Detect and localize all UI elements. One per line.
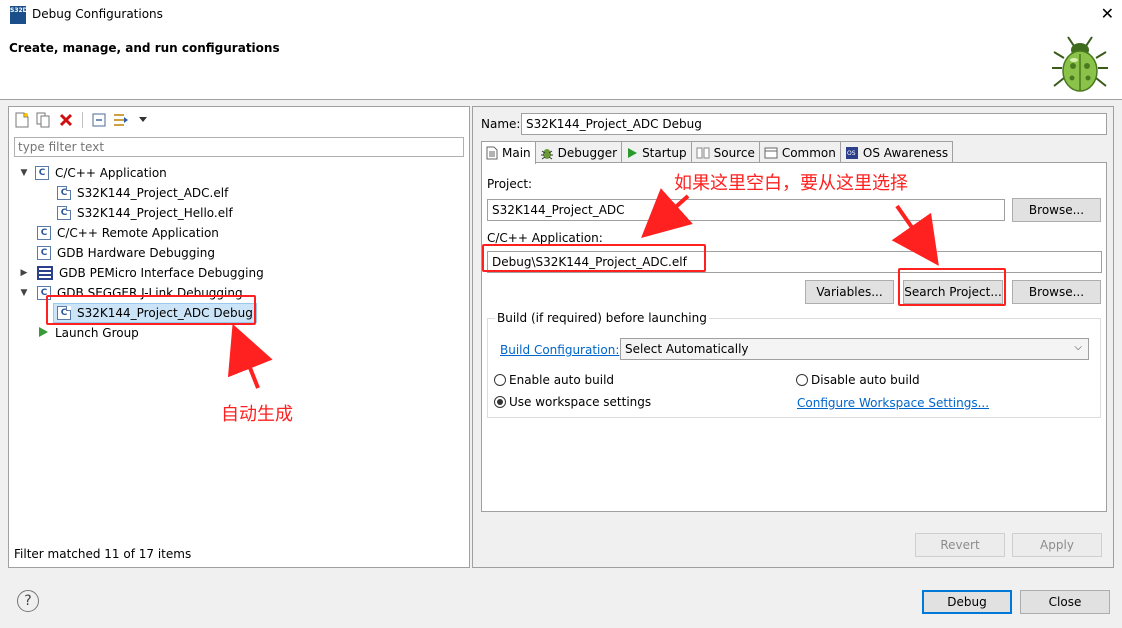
chevron-down-icon[interactable]: ▼ (19, 288, 29, 298)
close-window-icon[interactable]: ✕ (1101, 4, 1114, 23)
close-button[interactable]: Close (1020, 590, 1110, 614)
radio-unchecked-icon (796, 374, 808, 386)
tab-common[interactable]: Common (758, 141, 841, 163)
application-browse-button[interactable]: Browse... (1012, 280, 1101, 304)
delete-config-icon[interactable] (57, 111, 75, 129)
main-tab-icon (486, 146, 498, 160)
tree-item-launch-group[interactable]: Launch Group (37, 323, 139, 343)
tab-label: Debugger (557, 145, 618, 160)
tree-item-label: S32K144_Project_Hello.elf (77, 206, 233, 220)
enable-auto-build-radio[interactable]: Enable auto build (494, 373, 614, 387)
tree-item-label: C/C++ Application (55, 166, 167, 180)
tree-item-adc-elf[interactable]: C S32K144_Project_ADC.elf (57, 183, 228, 203)
config-toolbar (9, 107, 469, 133)
tab-os-awareness[interactable]: OS OS Awareness (839, 141, 954, 163)
tab-startup[interactable]: Startup (621, 141, 692, 163)
filter-config-icon[interactable] (112, 111, 130, 129)
header-banner: Create, manage, and run configurations (0, 30, 1122, 100)
c-app-icon: C (35, 166, 49, 180)
c-launch-icon: C (57, 206, 71, 220)
startup-tab-icon (628, 147, 638, 158)
banner-title: Create, manage, and run configurations (9, 41, 280, 55)
tab-debugger[interactable]: Debugger (534, 141, 623, 163)
build-configuration-select[interactable]: Select Automatically ⌵ (620, 338, 1089, 360)
new-config-icon[interactable] (13, 111, 31, 129)
build-group-title: Build (if required) before launching (495, 311, 709, 325)
highlight-search-project (898, 268, 1006, 306)
c-launch-icon: C (57, 186, 71, 200)
highlight-application-path (482, 244, 706, 272)
launch-group-icon (37, 326, 49, 341)
tree-item-label: Launch Group (55, 326, 139, 340)
application-label: C/C++ Application: (487, 231, 603, 245)
name-input[interactable]: S32K144_Project_ADC Debug (521, 113, 1107, 135)
tree-item-label: GDB Hardware Debugging (57, 246, 215, 260)
source-tab-icon (696, 147, 710, 158)
chevron-down-icon: ⌵ (1074, 342, 1082, 353)
main-tab-content: Project: S32K144_Project_ADC Browse... C… (481, 162, 1107, 512)
build-configuration-link[interactable]: Build Configuration: (500, 343, 619, 357)
tree-item-label: S32K144_Project_ADC.elf (77, 186, 229, 200)
collapse-all-icon[interactable] (90, 111, 108, 129)
tab-source[interactable]: Source (690, 141, 760, 163)
filter-input[interactable] (14, 137, 464, 157)
debugger-tab-icon (540, 148, 553, 159)
help-icon[interactable]: ? (17, 590, 39, 612)
radio-label: Use workspace settings (509, 395, 652, 409)
tab-label: Source (713, 145, 755, 160)
name-label: Name: (481, 117, 521, 131)
config-tabs: Main Debugger Startup Source Common OS O… (481, 141, 954, 164)
common-tab-icon (764, 147, 778, 158)
annotation-select-here: 如果这里空白，要从这里选择 (674, 173, 908, 194)
apply-button[interactable]: Apply (1012, 533, 1102, 557)
tree-item-label: C/C++ Remote Application (57, 226, 219, 240)
tree-item-hello-elf[interactable]: C S32K144_Project_Hello.elf (57, 203, 233, 223)
tree-item-gdb-pemicro[interactable]: ▶ GDB PEMicro Interface Debugging (19, 263, 264, 283)
variables-button[interactable]: Variables... (805, 280, 894, 304)
filter-status-text: Filter matched 11 of 17 items (14, 547, 192, 561)
title-bar: S32DS Debug Configurations ✕ (0, 0, 1122, 30)
configure-workspace-link[interactable]: Configure Workspace Settings... (797, 396, 989, 410)
radio-unchecked-icon (494, 374, 506, 386)
tab-label: OS Awareness (862, 145, 949, 160)
tree-item-label: GDB PEMicro Interface Debugging (59, 266, 264, 280)
project-label: Project: (487, 177, 533, 191)
tree-item-remote-application[interactable]: C C/C++ Remote Application (37, 223, 219, 243)
app-icon: S32DS (10, 6, 32, 24)
c-app-icon: C (37, 246, 51, 260)
window-title: Debug Configurations (32, 7, 163, 21)
pemicro-icon (37, 266, 53, 280)
annotation-auto-generated: 自动生成 (221, 404, 293, 425)
tab-main[interactable]: Main (481, 141, 536, 164)
tab-label: Startup (642, 145, 687, 160)
os-awareness-tab-icon: OS (845, 146, 858, 159)
configuration-list-panel: ▼ C C/C++ Application C S32K144_Project_… (8, 106, 470, 568)
tree-item-c-cpp-application[interactable]: ▼ C C/C++ Application (19, 163, 167, 183)
chevron-right-icon[interactable]: ▶ (19, 268, 29, 278)
use-workspace-settings-radio[interactable]: Use workspace settings (494, 395, 651, 409)
highlight-selected-config (46, 295, 256, 325)
disable-auto-build-radio[interactable]: Disable auto build (796, 373, 920, 387)
radio-label: Enable auto build (509, 373, 615, 387)
select-value: Select Automatically (625, 342, 749, 356)
svg-text:OS: OS (847, 150, 856, 157)
tab-label: Main (502, 146, 531, 160)
debug-button[interactable]: Debug (922, 590, 1012, 614)
bug-icon (1052, 36, 1108, 92)
project-browse-button[interactable]: Browse... (1012, 198, 1101, 222)
radio-checked-icon (494, 396, 506, 408)
tab-label: Common (781, 145, 836, 160)
c-app-icon: C (37, 226, 51, 240)
tree-item-gdb-hardware[interactable]: C GDB Hardware Debugging (37, 243, 215, 263)
toolbar-separator (82, 112, 83, 128)
duplicate-config-icon[interactable] (35, 111, 53, 129)
project-input[interactable]: S32K144_Project_ADC (487, 199, 1005, 221)
chevron-down-icon[interactable]: ▼ (19, 168, 29, 178)
revert-button[interactable]: Revert (915, 533, 1005, 557)
chevron-down-icon[interactable] (134, 111, 152, 129)
radio-label: Disable auto build (811, 373, 920, 387)
